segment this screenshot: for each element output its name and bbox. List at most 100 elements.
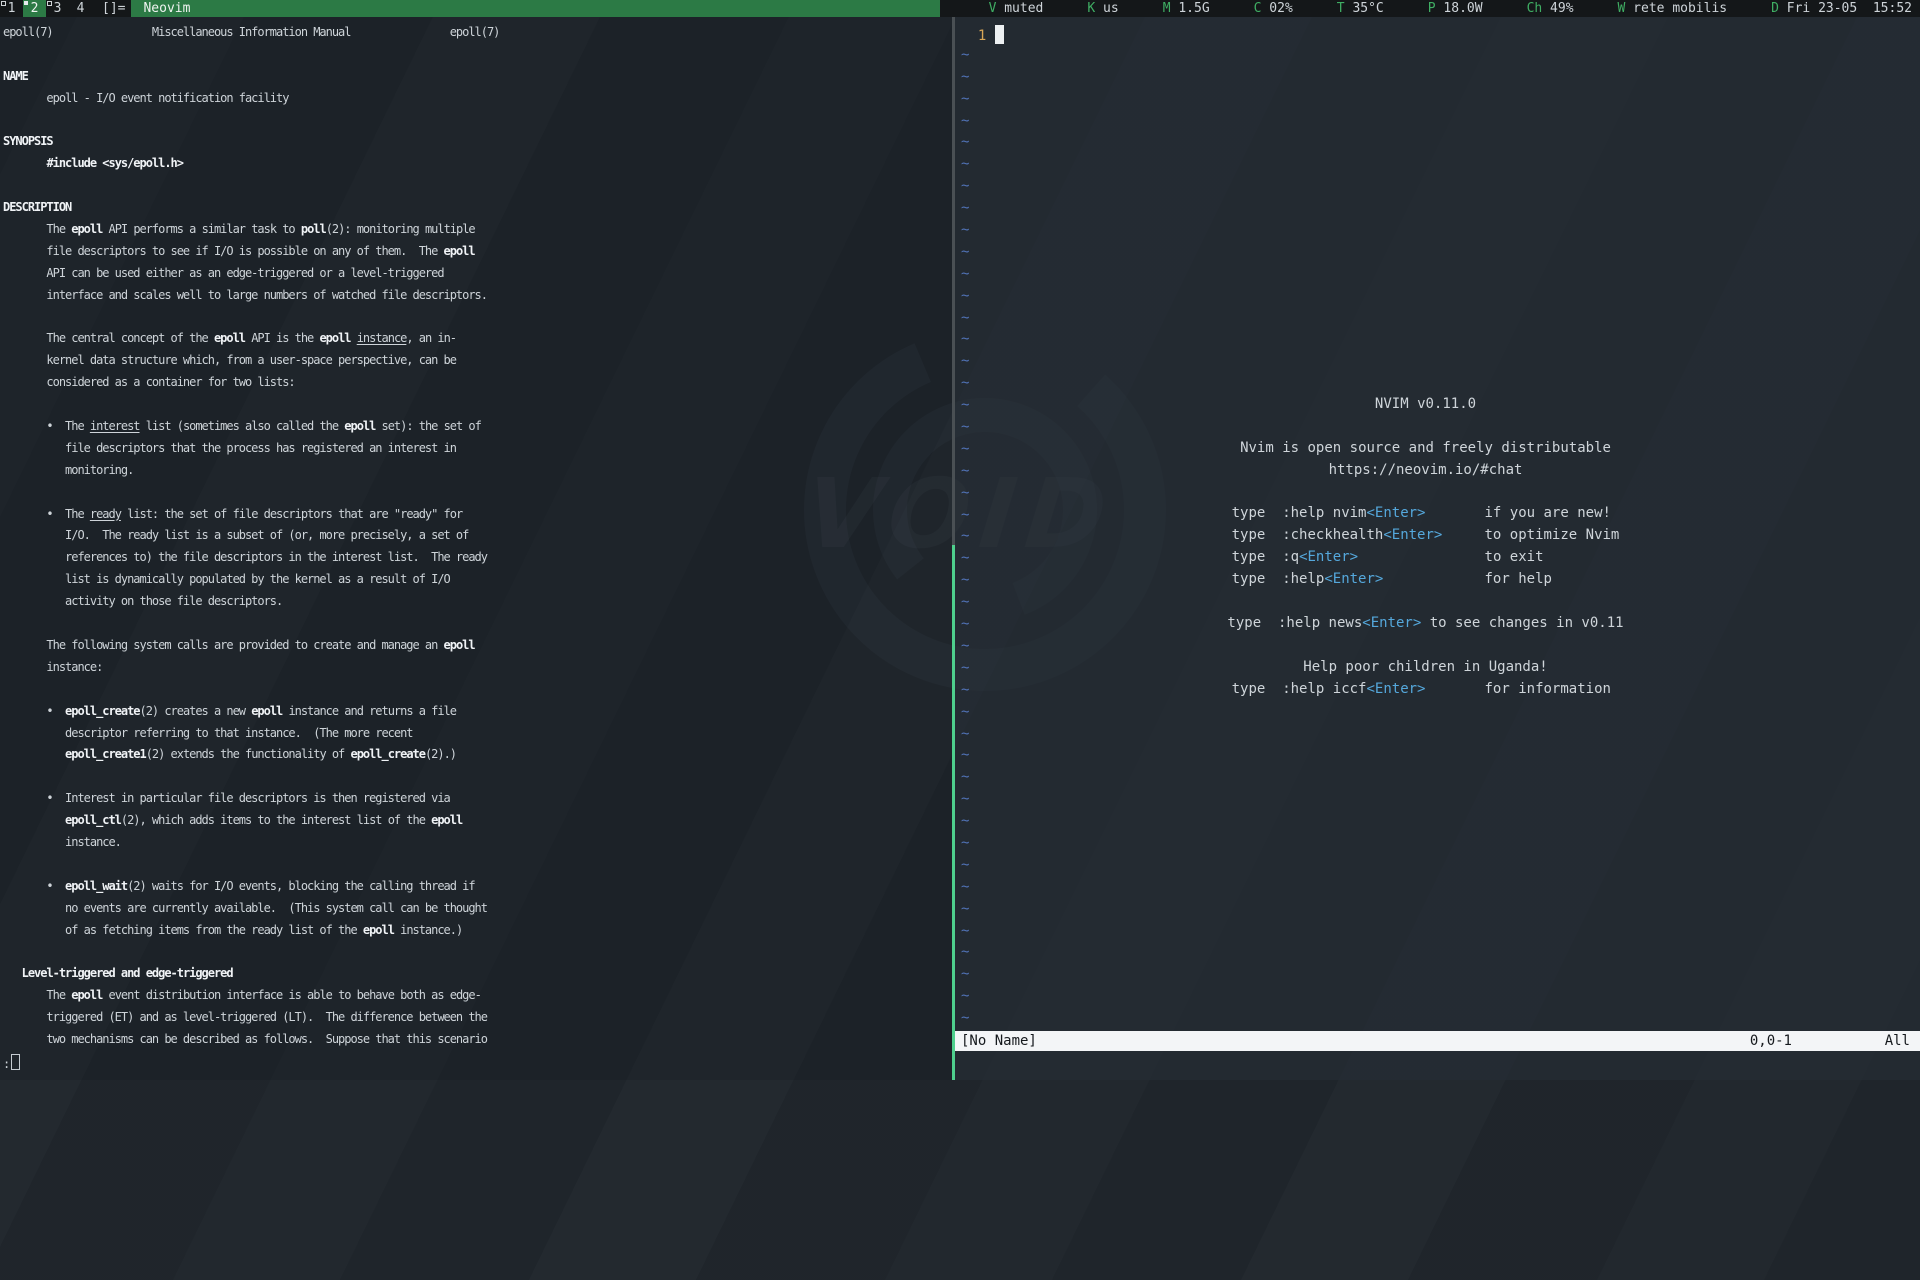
man-page-line [3, 178, 952, 200]
empty-line-tilde: ~ [961, 222, 1920, 244]
man-page-line: • The ready list: the set of file descri… [3, 507, 952, 529]
man-page-line [3, 310, 952, 332]
pager-prompt: : [3, 1057, 10, 1071]
man-page-line [3, 944, 952, 966]
buffer-line-1: 1 [961, 25, 1920, 47]
tag-client-indicator [47, 1, 52, 6]
status-item-ch: Ch 49% [1527, 0, 1574, 17]
man-page-line: epoll(7) Miscellaneous Information Manua… [3, 25, 952, 47]
man-page-line: monitoring. [3, 463, 952, 485]
tag-client-indicator [1, 1, 6, 6]
splash-line [955, 593, 1896, 615]
splash-line: Nvim is open source and freely distribut… [955, 440, 1896, 462]
empty-line-tilde: ~ [961, 966, 1920, 988]
line-number: 1 [961, 28, 995, 44]
man-page-line: of as fetching items from the ready list… [3, 923, 952, 945]
workspace-tags: 1234 [0, 0, 92, 17]
nvim-statusline: [No Name] 0,0-1 All [955, 1031, 1920, 1051]
empty-line-tilde: ~ [961, 353, 1920, 375]
man-page-line: considered as a container for two lists: [3, 375, 952, 397]
splash-line: NVIM v0.11.0 [955, 396, 1896, 418]
status-item-k: K us [1087, 0, 1118, 17]
empty-line-tilde: ~ [961, 156, 1920, 178]
man-page-line: DESCRIPTION [3, 200, 952, 222]
empty-line-tilde: ~ [961, 69, 1920, 91]
empty-line-tilde: ~ [961, 244, 1920, 266]
man-page-line [3, 397, 952, 419]
man-page-content: epoll(7) Miscellaneous Information Manua… [3, 25, 952, 1054]
neovim-window[interactable]: 1 ~~~~~~~~~~~~~~~~~~~~~~~~~~~~~~~~~~~~~~… [955, 17, 1920, 1080]
man-page-line: • epoll_wait(2) waits for I/O events, bl… [3, 879, 952, 901]
man-page-line [3, 769, 952, 791]
man-page-line: SYNOPSIS [3, 134, 952, 156]
layout-symbol[interactable]: []= [96, 0, 131, 17]
man-page-line: epoll_create1(2) extends the functionali… [3, 747, 952, 769]
man-page-line: • epoll_create(2) creates a new epoll in… [3, 704, 952, 726]
empty-line-tilde: ~ [961, 310, 1920, 332]
man-page-line: epoll - I/O event notification facility [3, 91, 952, 113]
empty-line-tilde: ~ [961, 47, 1920, 69]
status-item-t: T 35°C [1337, 0, 1384, 17]
status-item-c: C 02% [1254, 0, 1293, 17]
man-page-line: file descriptors to see if I/O is possib… [3, 244, 952, 266]
empty-line-tilde: ~ [961, 813, 1920, 835]
splash-line [955, 418, 1896, 440]
empty-line-tilde: ~ [961, 91, 1920, 113]
empty-line-tilde: ~ [961, 944, 1920, 966]
empty-line-tilde: ~ [961, 200, 1920, 222]
empty-line-tilde: ~ [961, 791, 1920, 813]
empty-line-tilde: ~ [961, 901, 1920, 923]
man-page-line: instance. [3, 835, 952, 857]
man-page-line: #include <sys/epoll.h> [3, 156, 952, 178]
man-page-line: The epoll event distribution interface i… [3, 988, 952, 1010]
statusline-filename: [No Name] [961, 1033, 1037, 1049]
tag-client-indicator [24, 1, 28, 5]
status-item-v: V muted [989, 0, 1044, 17]
empty-line-tilde: ~ [961, 375, 1920, 397]
terminal-man-page-window[interactable]: epoll(7) Miscellaneous Information Manua… [0, 17, 952, 1080]
splash-line: type :q<Enter> to exit [955, 549, 1896, 571]
empty-line-tilde: ~ [961, 769, 1920, 791]
status-item-w: W rete mobilis [1618, 0, 1728, 17]
system-status-area: V muted K us M 1.5G C 02% T 35°C P 18.0W Ch 49… [940, 0, 1920, 17]
man-page-line: descriptor referring to that instance. (… [3, 726, 952, 748]
empty-line-tilde: ~ [961, 1010, 1920, 1032]
man-page-line: file descriptors that the process has re… [3, 441, 952, 463]
dwm-status-bar: 1234 []= Neovim V mutedK usM 1.5GC 02%T … [0, 0, 1920, 17]
nvim-cursor [995, 25, 1004, 44]
man-page-line: triggered (ET) and as level-triggered (L… [3, 1010, 952, 1032]
man-page-line [3, 857, 952, 879]
workspace-tag-3[interactable]: 3 [46, 0, 69, 17]
man-page-line: two mechanisms can be described as follo… [3, 1032, 952, 1054]
workspace-tag-2[interactable]: 2 [23, 0, 46, 17]
empty-line-tilde: ~ [961, 747, 1920, 769]
man-page-line: Level-triggered and edge-triggered [3, 966, 952, 988]
statusline-ruler: 0,0-1 [1750, 1031, 1792, 1051]
statusline-scroll-position: All [1885, 1031, 1910, 1051]
man-page-line: API can be used either as an edge-trigge… [3, 266, 952, 288]
empty-line-tilde: ~ [961, 178, 1920, 200]
man-page-line: no events are currently available. (This… [3, 901, 952, 923]
man-page-line: NAME [3, 69, 952, 91]
splash-line: type :help nvim<Enter> if you are new! [955, 505, 1896, 527]
empty-line-tilde: ~ [961, 134, 1920, 156]
splash-line: type :help news<Enter> to see changes in… [955, 615, 1896, 637]
man-page-line: The epoll API performs a similar task to… [3, 222, 952, 244]
empty-line-tilde: ~ [961, 726, 1920, 748]
empty-line-tilde: ~ [961, 923, 1920, 945]
status-item-d: D Fri 23-05 15:52 [1771, 0, 1912, 17]
workspace-tag-4[interactable]: 4 [69, 0, 92, 17]
pager-prompt-line[interactable]: : [3, 1054, 952, 1076]
empty-line-tilde: ~ [961, 704, 1920, 726]
workspace-tag-1[interactable]: 1 [0, 0, 23, 17]
man-page-line: The following system calls are provided … [3, 638, 952, 660]
empty-line-tilde: ~ [961, 857, 1920, 879]
man-page-line: activity on those file descriptors. [3, 594, 952, 616]
terminal-cursor [11, 1054, 20, 1070]
status-item-m: M 1.5G [1163, 0, 1210, 17]
splash-line: type :checkhealth<Enter> to optimize Nvi… [955, 527, 1896, 549]
man-page-line: • The interest list (sometimes also call… [3, 419, 952, 441]
man-page-line: kernel data structure which, from a user… [3, 353, 952, 375]
status-item-p: P 18.0W [1428, 0, 1483, 17]
empty-line-tilde: ~ [961, 331, 1920, 353]
